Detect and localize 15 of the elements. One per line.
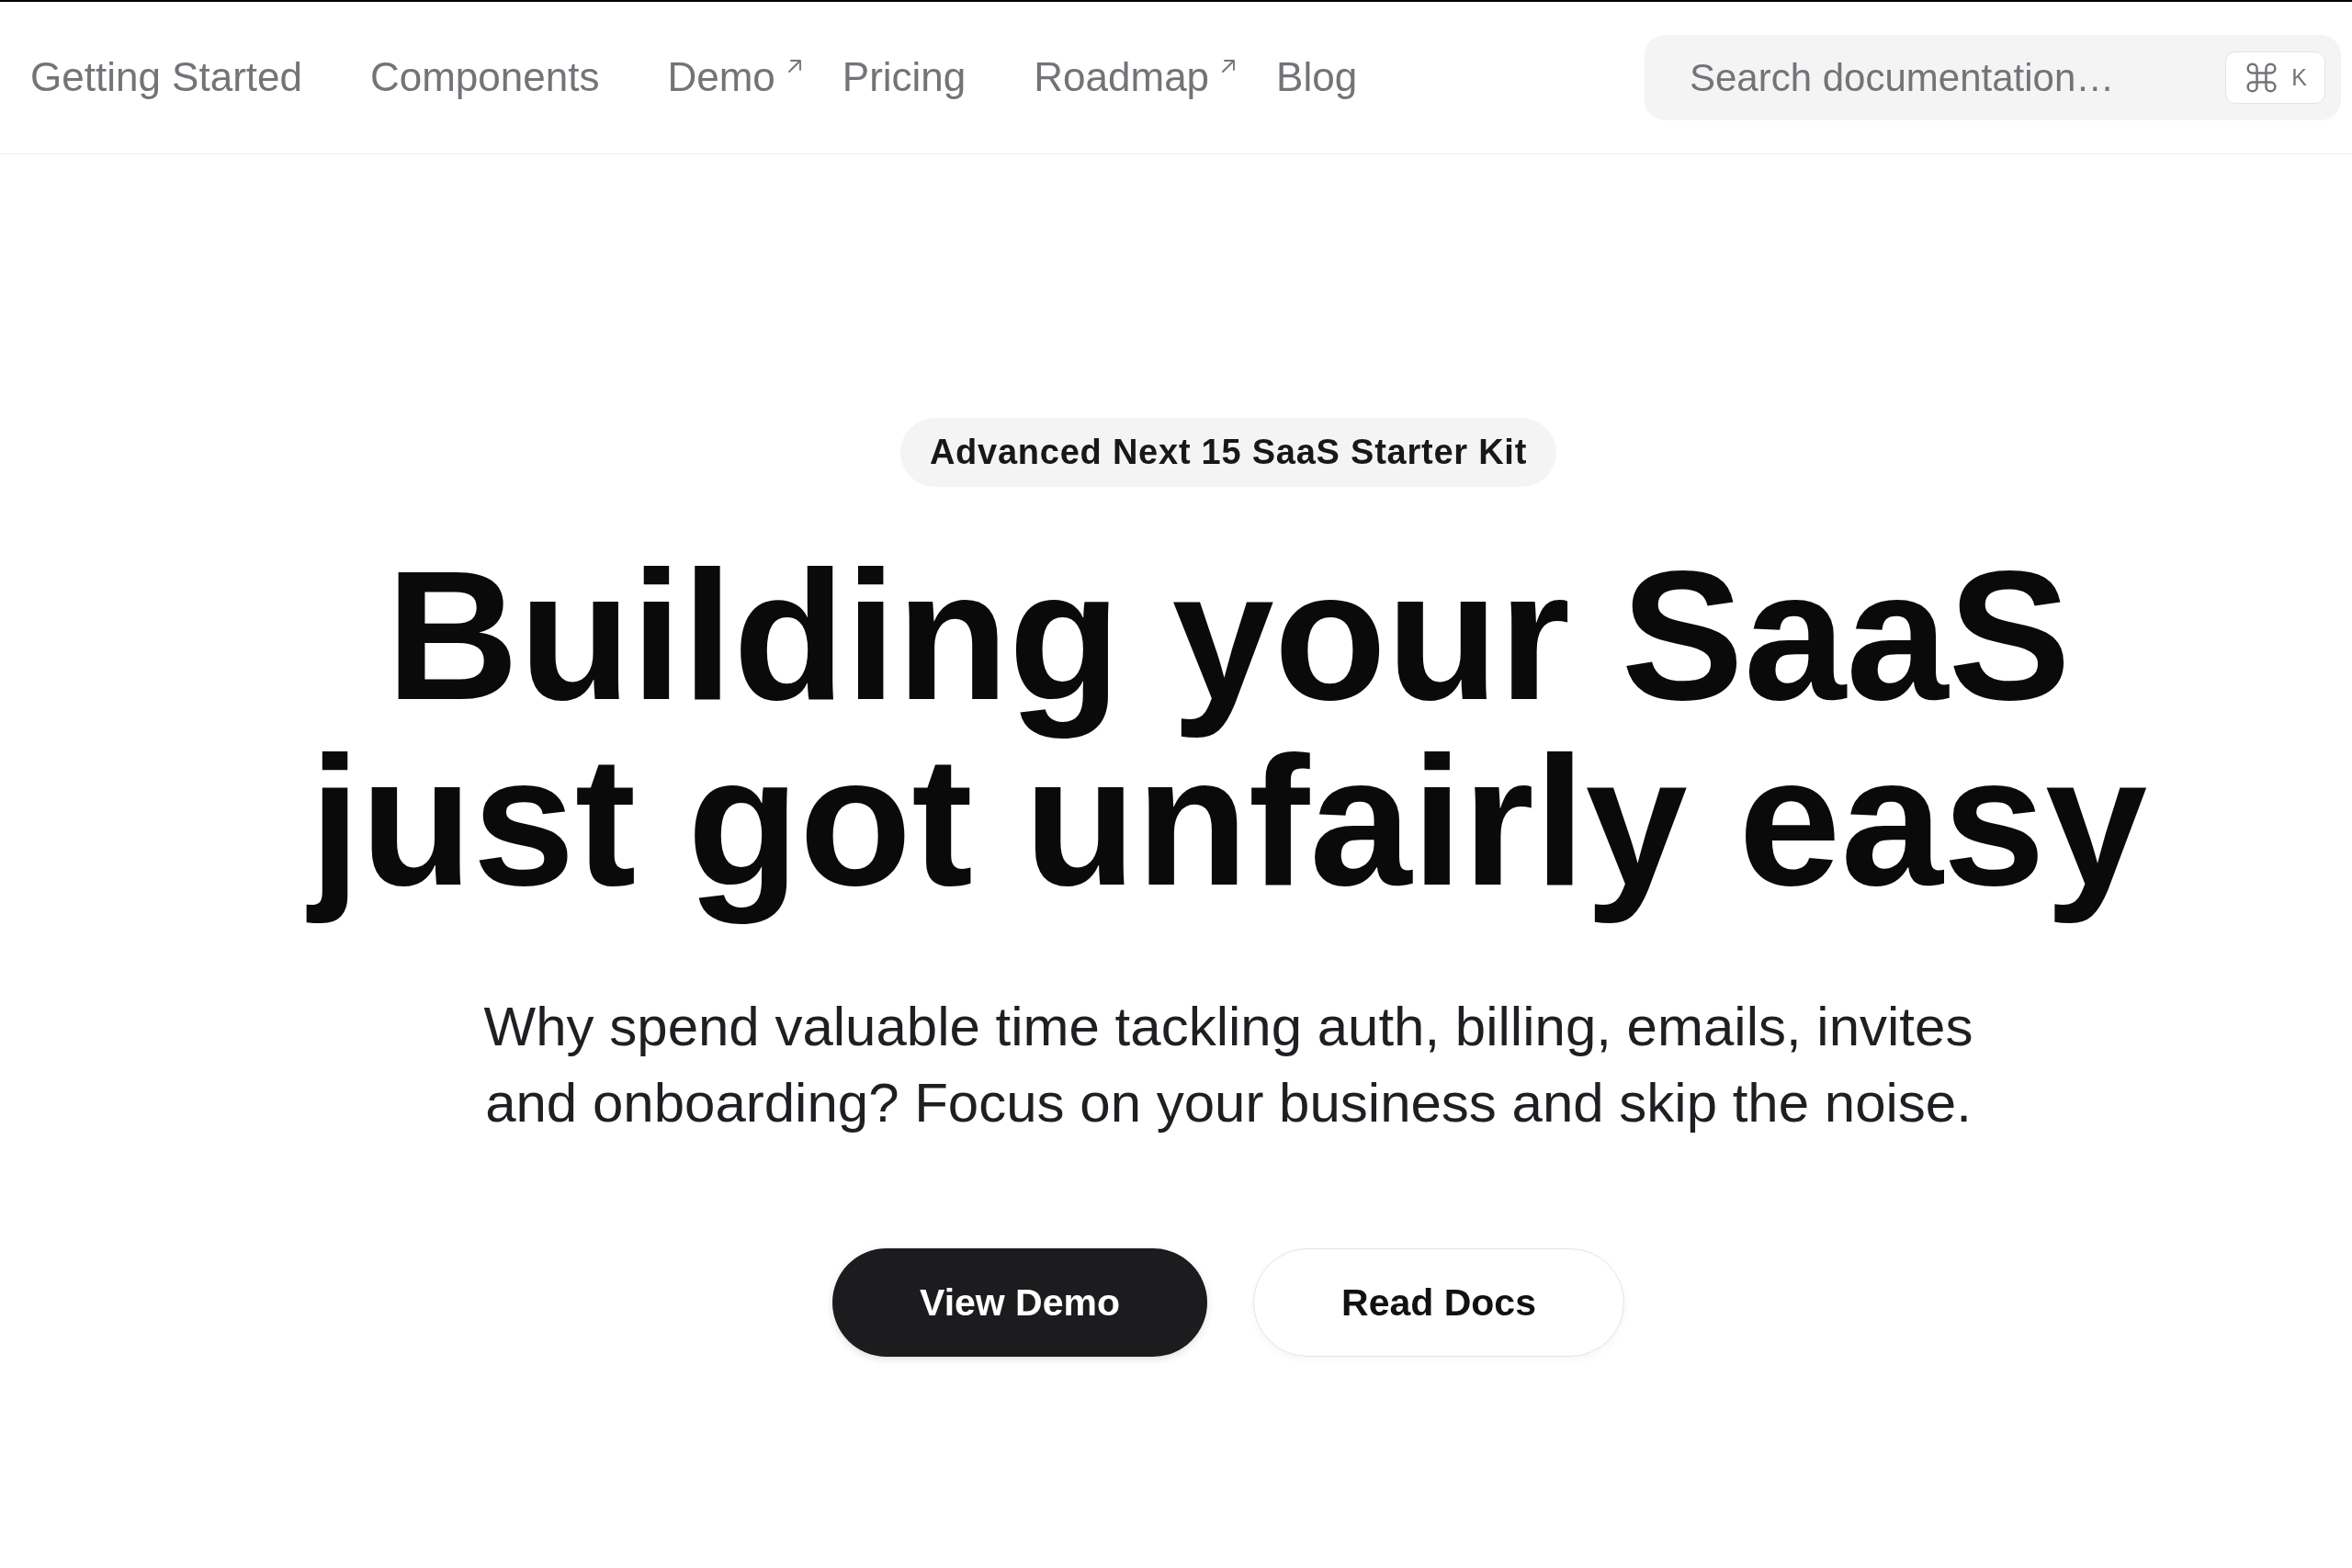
search-field[interactable]: Search documentation…: [1690, 55, 2226, 100]
hero-description: Why spend valuable time tackling auth, billing, emails, invites and onboarding? Focus on your business and skip the noise.: [482, 995, 1974, 1135]
shortcut-key-label: K: [2291, 66, 2307, 89]
secondary-button[interactable]: Read Docs: [1253, 1248, 1624, 1357]
nav-link[interactable]: Demo: [667, 54, 802, 101]
command-key-icon: [2246, 62, 2278, 93]
hero-badge: Advanced Next 15 SaaS Starter Kit: [899, 418, 1557, 487]
nav-link[interactable]: Components: [369, 54, 600, 101]
hero-heading: Building your SaaS just got unfairly easy: [264, 543, 2193, 942]
search-bar[interactable]: Search documentation… K: [1645, 35, 2341, 120]
nav-link[interactable]: Getting Started: [30, 54, 302, 101]
nav-link[interactable]: Blog: [1276, 54, 1358, 101]
nav-link[interactable]: Roadmap: [1034, 54, 1237, 101]
nav-link[interactable]: Pricing: [842, 54, 967, 101]
primary-button[interactable]: View Demo: [832, 1248, 1208, 1357]
